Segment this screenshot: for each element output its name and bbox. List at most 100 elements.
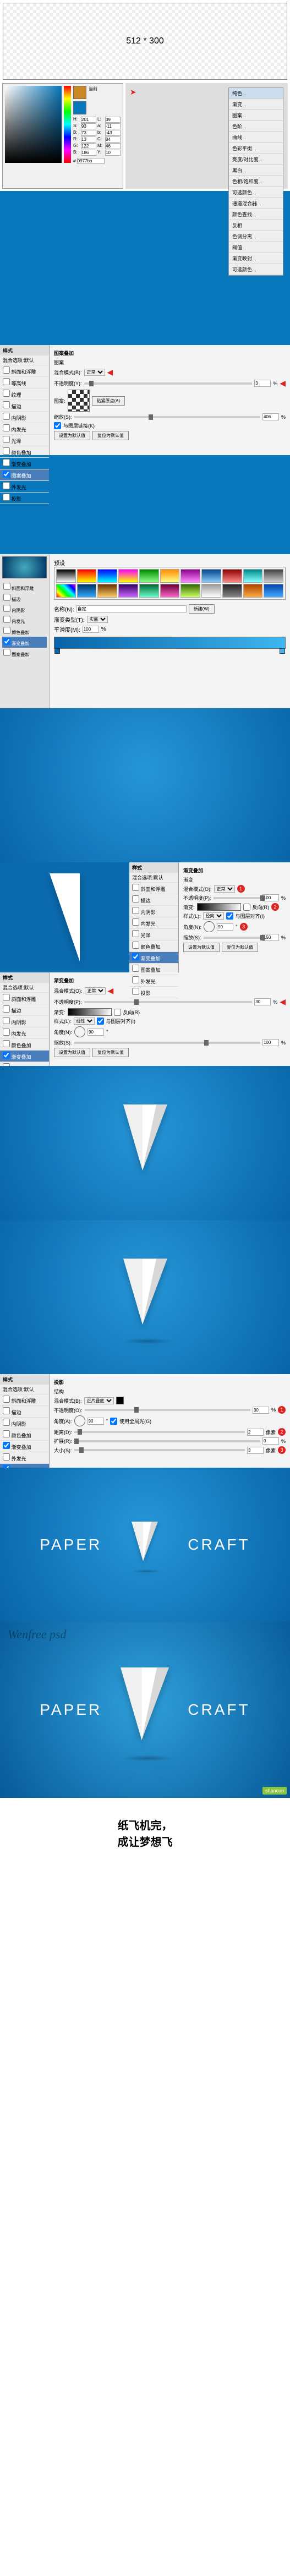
snap-origin-button[interactable]: 贴紧原点(A) [92,396,125,406]
l-input[interactable] [105,117,121,123]
ls-opt[interactable]: 内阴影 [2,604,47,615]
bb-input[interactable] [81,150,96,156]
opacity-input[interactable] [262,894,279,901]
distance-slider[interactable] [74,1431,245,1433]
spread-slider[interactable] [74,1440,260,1442]
preset[interactable] [77,569,97,583]
preset[interactable] [56,569,76,583]
reverse-checkbox[interactable] [114,1009,121,1016]
distance-input[interactable] [247,1429,264,1436]
menu-item[interactable]: 颜色查找... [229,209,283,220]
menu-item[interactable]: 色相/饱和度... [229,176,283,187]
ls-opt[interactable]: 内发光 [0,1027,49,1039]
scale-input[interactable] [262,413,279,420]
preset[interactable] [160,569,180,583]
preset[interactable] [160,584,180,598]
ls-opt[interactable]: 斜面和浮雕 [0,993,49,1004]
ls-opt[interactable]: 外发光 [0,481,49,493]
opacity-slider[interactable] [214,897,260,899]
reset-default-button[interactable]: 复位为默认值 [222,943,258,952]
ls-opt-selected[interactable]: 渐变叠加 [0,1051,49,1062]
reset-default-button[interactable]: 复位为默认值 [92,431,129,440]
ls-opt[interactable]: 光泽 [129,929,178,940]
preset[interactable] [222,584,242,598]
opacity-slider[interactable] [84,1001,253,1003]
ls-opt[interactable]: 描边 [0,1004,49,1016]
blend-select[interactable]: 正常 [85,987,106,994]
blend-select[interactable]: 正片叠底 [84,1397,114,1404]
ls-opt[interactable]: 内发光 [2,615,47,626]
menu-item[interactable]: 色彩平衡... [229,143,283,154]
gradient-stop[interactable] [54,648,60,654]
shadow-color-swatch[interactable] [116,1397,124,1404]
set-default-button[interactable]: 设置为默认值 [54,1048,90,1057]
scale-slider[interactable] [74,416,260,418]
opacity-input[interactable] [254,380,271,387]
menu-item[interactable]: 色调分离... [229,231,283,242]
ls-opt[interactable]: 描边 [0,1406,49,1418]
gradient-preview[interactable] [197,903,241,911]
reset-default-button[interactable]: 复位为默认值 [92,1048,129,1057]
ls-opt[interactable]: 描边 [0,400,49,412]
spread-input[interactable] [262,1437,279,1445]
pattern-thumb[interactable] [68,390,90,412]
menu-item[interactable]: 黑白... [229,165,283,176]
r-input[interactable] [81,136,96,143]
ls-opt[interactable]: 渐变叠加 [0,1441,49,1452]
preset[interactable] [243,569,263,583]
ls-opt-selected[interactable]: 渐变叠加 [129,952,178,964]
opacity-input[interactable] [253,1407,269,1414]
angle-input[interactable] [217,923,233,931]
y-input[interactable] [105,150,121,156]
preset[interactable] [264,569,283,583]
new-gradient-button[interactable]: 新建(W) [189,604,215,614]
align-checkbox[interactable] [97,1018,104,1025]
angle-input[interactable] [87,1029,104,1036]
menu-item[interactable]: 色阶... [229,121,283,132]
style-select[interactable]: 线性 [74,1018,95,1025]
hue-slider[interactable] [64,86,71,163]
global-light-checkbox[interactable] [110,1418,117,1425]
c-input[interactable] [105,136,121,143]
hex-input[interactable] [77,158,105,164]
preset[interactable] [222,569,242,583]
ls-opt[interactable]: 斜面和浮雕 [129,883,178,894]
menu-item[interactable]: 可选颜色... [229,187,283,198]
angle-dial[interactable] [74,1026,85,1037]
ls-opt[interactable]: 内发光 [129,917,178,929]
angle-dial[interactable] [204,921,215,932]
menu-item[interactable]: 渐变... [229,99,283,110]
ls-opt[interactable]: 图案叠加 [2,648,47,659]
menu-item-solid[interactable]: 纯色... [229,88,283,99]
a-input[interactable] [105,123,121,129]
menu-item[interactable]: 可选颜色... [229,264,283,275]
style-select[interactable]: 径向 [203,912,224,920]
preset[interactable] [201,569,221,583]
g-input[interactable] [81,143,96,149]
preset[interactable] [118,584,138,598]
menu-item[interactable]: 阈值... [229,242,283,253]
preset[interactable] [201,584,221,598]
link-checkbox[interactable] [54,422,61,429]
ls-opt-selected[interactable]: 图案叠加 [0,469,49,481]
size-input[interactable] [247,1447,264,1454]
align-checkbox[interactable] [226,912,233,920]
ls-opt[interactable]: 颜色叠加 [0,1039,49,1051]
ls-opt[interactable]: 斜面和浮雕 [2,582,47,593]
ls-opt[interactable]: 等高线 [0,377,49,389]
preset[interactable] [180,584,200,598]
preset[interactable] [139,569,159,583]
opacity-input[interactable] [254,998,271,1005]
scale-slider[interactable] [74,1042,260,1044]
ls-opt[interactable]: 斜面和浮雕 [0,1394,49,1406]
ls-opt[interactable]: 外发光 [0,1452,49,1464]
ls-opt[interactable]: 描边 [129,894,178,906]
preset[interactable] [97,569,117,583]
ls-opt[interactable]: 内阴影 [0,412,49,423]
gradient-edit-bar[interactable] [54,637,286,649]
preset[interactable] [97,584,117,598]
ls-opt[interactable]: 纹理 [0,389,49,400]
ls-opt[interactable]: 颜色叠加 [2,626,47,637]
set-default-button[interactable]: 设置为默认值 [54,431,90,440]
opacity-slider[interactable] [84,382,253,385]
